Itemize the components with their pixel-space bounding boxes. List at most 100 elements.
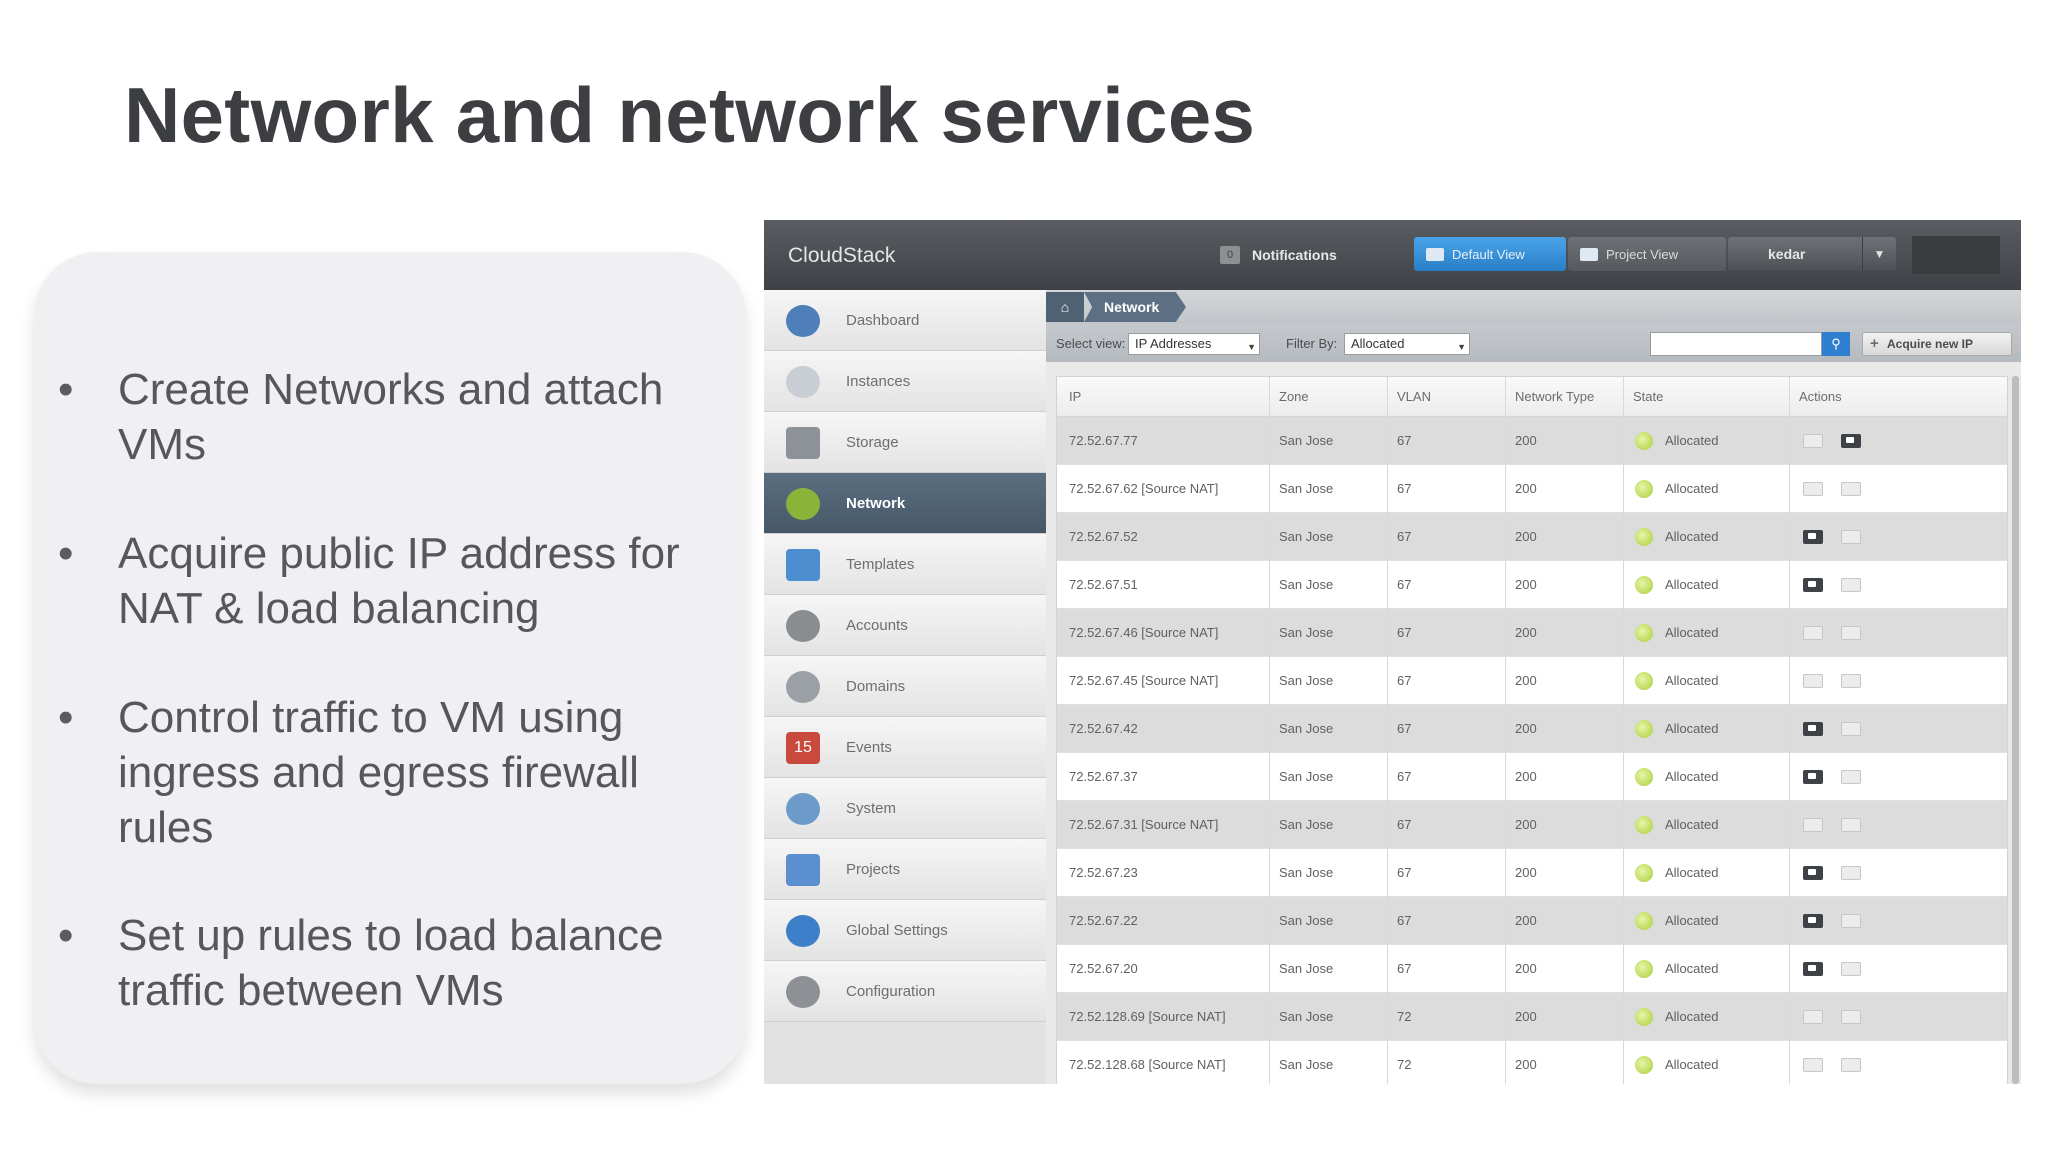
table-row[interactable]: 72.52.67.31 [Source NAT] San Jose 67 200 All… [1057,801,2007,849]
table-row[interactable]: 72.52.67.22 San Jose 67 200 Allocated [1057,897,2007,945]
cell-type: 200 [1515,673,1537,688]
default-view-button[interactable]: Default View [1414,237,1566,271]
enable-static-nat-icon[interactable] [1803,1058,1823,1072]
table-row[interactable]: 72.52.67.23 San Jose 67 200 Allocated [1057,849,2007,897]
table-row[interactable]: 72.52.67.46 [Source NAT] San Jose 67 200 All… [1057,609,2007,657]
search-input[interactable] [1650,332,1822,356]
sidebar-item-events[interactable]: 15 Events [764,717,1046,778]
user-menu[interactable]: kedar ▼ [1728,237,1896,271]
cell-vlan: 67 [1397,913,1412,928]
enable-static-nat-icon[interactable] [1803,482,1823,496]
table-row[interactable]: 72.52.67.62 [Source NAT] San Jose 67 200 All… [1057,465,2007,513]
column-header[interactable]: Actions [1799,389,1842,404]
breadcrumb-network[interactable]: Network [1084,292,1186,322]
remove-ip-icon[interactable] [1841,866,1861,880]
sidebar-item-label: Instances [846,373,911,390]
remove-ip-icon[interactable] [1841,482,1861,496]
remove-ip-icon[interactable] [1841,626,1861,640]
column-header[interactable]: Network Type [1515,389,1594,404]
enable-static-nat-icon[interactable] [1803,626,1823,640]
cell-type: 200 [1515,481,1537,496]
enable-static-nat-icon[interactable] [1803,578,1823,592]
sidebar-item-system[interactable]: System [764,778,1046,839]
status-dot-icon [1635,1056,1653,1074]
filter-by-dropdown[interactable]: Allocated ▼ [1344,333,1470,355]
template-icon [786,549,820,581]
cell-type: 200 [1515,577,1537,592]
sidebar-item-domains[interactable]: Domains [764,656,1046,717]
cell-zone: San Jose [1279,913,1334,928]
column-header[interactable]: State [1633,389,1663,404]
enable-static-nat-icon[interactable] [1803,530,1823,544]
acquire-ip-button[interactable]: + Acquire new IP [1862,332,2012,356]
sidebar-item-accounts[interactable]: Accounts [764,595,1046,656]
remove-ip-icon[interactable] [1841,722,1861,736]
status-dot-icon [1635,1008,1653,1026]
remove-ip-icon[interactable] [1841,962,1861,976]
enable-static-nat-icon[interactable] [1803,818,1823,832]
sidebar-item-projects[interactable]: Projects [764,839,1046,900]
top-bar: CloudStack 0 Notifications Default View … [764,220,2021,290]
sidebar-item-templates[interactable]: Templates [764,534,1046,595]
sidebar-item-label: Network [846,495,906,512]
column-header[interactable]: Zone [1279,389,1309,404]
sidebar-item-network[interactable]: Network [764,473,1046,534]
column-divider [1623,377,1624,1084]
sidebar-item-configuration[interactable]: Configuration [764,961,1046,1022]
remove-ip-icon[interactable] [1841,1010,1861,1024]
table-row[interactable]: 72.52.67.20 San Jose 67 200 Allocated [1057,945,2007,993]
action-glyph-icon [1808,725,1816,731]
sidebar-item-label: System [846,800,897,817]
remove-ip-icon[interactable] [1841,914,1861,928]
sidebar-item-label: Events [846,739,892,756]
scrollbar[interactable] [2012,376,2019,1084]
table-row[interactable]: 72.52.67.77 San Jose 67 200 Allocated [1057,417,2007,465]
cell-zone: San Jose [1279,433,1334,448]
remove-ip-icon[interactable] [1841,674,1861,688]
table-row[interactable]: 72.52.128.68 [Source NAT] San Jose 72 200 Al… [1057,1041,2007,1084]
enable-static-nat-icon[interactable] [1803,770,1823,784]
remove-ip-icon[interactable] [1841,578,1861,592]
enable-static-nat-icon[interactable] [1803,962,1823,976]
enable-static-nat-icon[interactable] [1803,1010,1823,1024]
user-name: kedar [1768,246,1806,262]
sidebar-item-storage[interactable]: Storage [764,412,1046,473]
chevron-down-icon[interactable]: ▼ [1862,237,1896,271]
select-view-dropdown[interactable]: IP Addresses ▼ [1128,333,1260,355]
enable-static-nat-icon[interactable] [1803,674,1823,688]
cell-vlan: 67 [1397,721,1412,736]
remove-ip-icon[interactable] [1841,770,1861,784]
cell-vlan: 72 [1397,1009,1412,1024]
table-row[interactable]: 72.52.67.42 San Jose 67 200 Allocated [1057,705,2007,753]
table-row[interactable]: 72.52.128.69 [Source NAT] San Jose 72 200 Al… [1057,993,2007,1041]
plus-icon: + [1870,335,1879,352]
cell-zone: San Jose [1279,577,1334,592]
sidebar-item-label: Configuration [846,983,936,1000]
home-icon[interactable]: ⌂ [1046,292,1084,322]
column-header[interactable]: IP [1069,389,1081,404]
remove-ip-icon[interactable] [1841,1058,1861,1072]
sidebar-item-label: Global Settings [846,922,948,939]
table-row[interactable]: 72.52.67.51 San Jose 67 200 Allocated [1057,561,2007,609]
project-view-button[interactable]: Project View [1568,237,1726,271]
search-icon[interactable]: ⚲ [1822,332,1850,356]
column-header[interactable]: VLAN [1397,389,1431,404]
table-row[interactable]: 72.52.67.52 San Jose 67 200 Allocated [1057,513,2007,561]
sidebar-item-global-settings[interactable]: Global Settings [764,900,1046,961]
enable-static-nat-icon[interactable] [1803,914,1823,928]
enable-static-nat-icon[interactable] [1803,866,1823,880]
table-row[interactable]: 72.52.67.37 San Jose 67 200 Allocated [1057,753,2007,801]
sidebar-item-dashboard[interactable]: Dashboard [764,290,1046,351]
enable-static-nat-icon[interactable] [1803,434,1823,448]
table-row[interactable]: 72.52.67.45 [Source NAT] San Jose 67 200 All… [1057,657,2007,705]
sidebar-item-instances[interactable]: Instances [764,351,1046,412]
notifications-button[interactable]: 0 Notifications [1220,244,1337,266]
remove-ip-icon[interactable] [1841,434,1861,448]
enable-static-nat-icon[interactable] [1803,722,1823,736]
globe-icon [786,915,820,947]
remove-ip-icon[interactable] [1841,818,1861,832]
action-glyph-icon [1808,917,1816,923]
app-logo[interactable]: CloudStack [788,244,895,268]
remove-ip-icon[interactable] [1841,530,1861,544]
column-divider [1789,377,1790,1084]
